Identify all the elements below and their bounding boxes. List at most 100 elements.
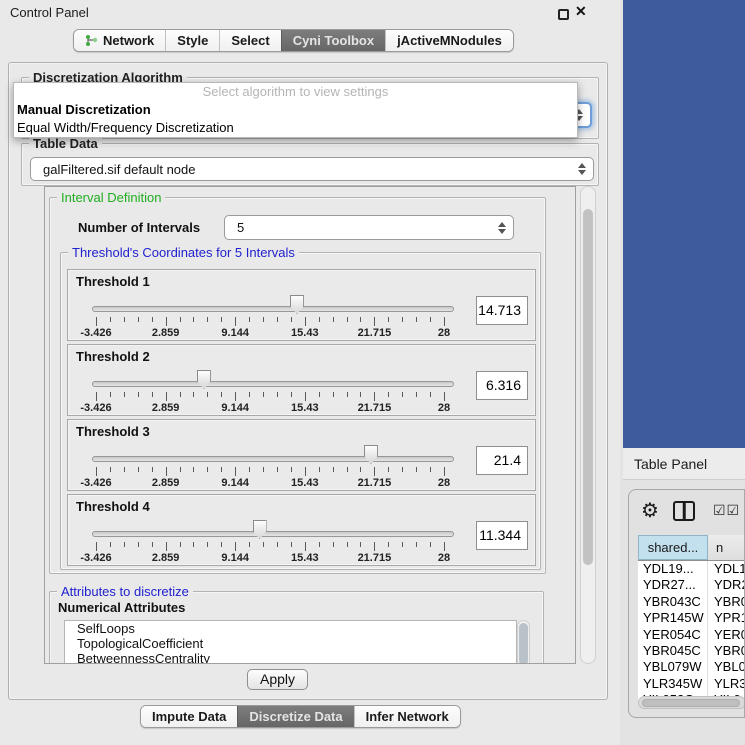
slider-track[interactable] <box>92 306 454 312</box>
table-data-value: galFiltered.sif default node <box>43 162 195 177</box>
attributes-list-scrollbar[interactable] <box>517 620 530 664</box>
settings-scroll-viewport: Interval Definition Number of Intervals … <box>44 186 576 664</box>
table-row[interactable]: YPR145WYPR1 <box>638 610 745 626</box>
group-label: Table Data <box>29 136 102 151</box>
slider-tick <box>291 317 292 322</box>
dropdown-item[interactable]: Equal Width/Frequency Discretization <box>14 119 577 137</box>
table-cell[interactable]: YPR145W <box>638 610 708 626</box>
slider-tick-label: 2.859 <box>152 402 180 414</box>
checkbox-icon[interactable]: ☑☑ <box>713 502 740 519</box>
number-of-intervals-combobox[interactable]: 5 <box>224 215 514 240</box>
table-column-header[interactable]: n <box>708 535 745 560</box>
table-row[interactable]: YLR345WYLR3 <box>638 676 745 692</box>
table-row[interactable]: YDR27...YDR2 <box>638 577 745 593</box>
slider-tick <box>347 542 348 547</box>
tab-cyni-toolbox[interactable]: Cyni Toolbox <box>281 30 385 51</box>
slider-tick <box>166 542 167 551</box>
top-tabstrip: NetworkStyleSelectCyni ToolboxjActiveMNo… <box>73 29 514 52</box>
attribute-list-item[interactable]: BetweennessCentrality <box>65 651 516 664</box>
slider-tick <box>347 467 348 472</box>
slider-tick <box>96 542 97 551</box>
slider-tick <box>347 317 348 322</box>
threshold-value-field[interactable]: 14.713 <box>476 296 528 325</box>
slider-tick <box>263 467 264 472</box>
slider-tick-label: 9.144 <box>221 552 249 564</box>
table-row[interactable]: YBL079WYBL0 <box>638 659 745 675</box>
threshold-label: Threshold 1 <box>76 274 150 289</box>
slider-tick <box>110 392 111 397</box>
table-row[interactable]: YER054CYER0 <box>638 627 745 643</box>
slider-tick <box>263 392 264 397</box>
table-horizontal-scrollbar[interactable] <box>638 696 745 709</box>
gear-icon[interactable]: ⚙ <box>641 498 659 523</box>
table-row[interactable]: YBR043CYBR0 <box>638 594 745 610</box>
table-cell[interactable]: YBL079W <box>638 659 708 675</box>
table-cell[interactable]: YLR3 <box>708 676 745 692</box>
close-icon[interactable]: ✕ <box>575 3 587 20</box>
table-cell[interactable]: YDR2 <box>708 577 745 593</box>
table-cell[interactable]: YDL19... <box>638 561 708 577</box>
slider-tick <box>374 317 375 326</box>
slider-tick <box>263 542 264 547</box>
table-cell[interactable]: YDR27... <box>638 577 708 593</box>
apply-button[interactable]: Apply <box>247 669 308 690</box>
dropdown-item[interactable]: Manual Discretization <box>14 101 577 119</box>
table-data-combobox[interactable]: galFiltered.sif default node <box>30 157 594 181</box>
slider-tick <box>416 467 417 472</box>
slider-tick <box>152 317 153 322</box>
table-cell[interactable]: YBR043C <box>638 594 708 610</box>
tab-network[interactable]: Network <box>74 30 165 51</box>
table-cell[interactable]: YBR0 <box>708 594 745 610</box>
table-cell[interactable]: YLR345W <box>638 676 708 692</box>
table-cell[interactable]: YBL0 <box>708 659 745 675</box>
settings-scrollbar[interactable] <box>580 186 596 664</box>
slider-tick-label: -3.426 <box>80 402 111 414</box>
table-cell[interactable]: YBR045C <box>638 643 708 659</box>
slider-tick-label: 21.715 <box>358 327 392 339</box>
slider-tick <box>360 317 361 322</box>
dropdown-prompt: Select algorithm to view settings <box>14 83 577 101</box>
tab-select[interactable]: Select <box>219 30 280 51</box>
attributes-list[interactable]: SelfLoopsTopologicalCoefficientBetweenne… <box>64 620 517 664</box>
slider-tick <box>333 467 334 472</box>
slider-tick <box>291 542 292 547</box>
slider-tick <box>166 467 167 476</box>
slider-track[interactable] <box>92 456 454 462</box>
slider-tick <box>388 467 389 472</box>
attribute-list-item[interactable]: TopologicalCoefficient <box>65 636 516 651</box>
threshold-value-field[interactable]: 11.344 <box>476 521 528 550</box>
split-view-icon[interactable] <box>673 501 695 521</box>
tab-jactivemnodules[interactable]: jActiveMNodules <box>385 30 513 51</box>
slider-track[interactable] <box>92 381 454 387</box>
slider-tick-label: 9.144 <box>221 477 249 489</box>
node-table[interactable]: shared...n YDL19...YDL1YDR27...YDR2YBR04… <box>638 535 745 701</box>
table-column-header[interactable]: shared... <box>638 535 708 560</box>
slider-tick <box>430 392 431 397</box>
float-window-icon[interactable] <box>558 9 569 20</box>
slider-tick-label: 15.43 <box>291 552 319 564</box>
slider-tick <box>319 467 320 472</box>
slider-tick <box>110 317 111 322</box>
table-panel-titlebar: Table Panel <box>623 448 745 480</box>
tab-impute-data[interactable]: Impute Data <box>141 706 237 727</box>
table-cell[interactable]: YDL1 <box>708 561 745 577</box>
slider-tick <box>430 542 431 547</box>
slider-tick-label: 9.144 <box>221 402 249 414</box>
attribute-list-item[interactable]: SelfLoops <box>65 621 516 636</box>
table-row[interactable]: YDL19...YDL1 <box>638 561 745 577</box>
table-cell[interactable]: YER054C <box>638 627 708 643</box>
threshold-value-field[interactable]: 21.4 <box>476 446 528 475</box>
threshold-value-field[interactable]: 6.316 <box>476 371 528 400</box>
table-cell[interactable]: YBR0 <box>708 643 745 659</box>
slider-tick <box>444 542 445 551</box>
slider-track[interactable] <box>92 531 454 537</box>
slider-tick <box>333 317 334 322</box>
table-cell[interactable]: YPR1 <box>708 610 745 626</box>
tab-discretize-data[interactable]: Discretize Data <box>237 706 353 727</box>
slider-tick <box>180 317 181 322</box>
table-row[interactable]: YBR045CYBR0 <box>638 643 745 659</box>
tab-infer-network[interactable]: Infer Network <box>354 706 460 727</box>
slider-tick <box>249 392 250 397</box>
table-cell[interactable]: YER0 <box>708 627 745 643</box>
tab-style[interactable]: Style <box>165 30 219 51</box>
